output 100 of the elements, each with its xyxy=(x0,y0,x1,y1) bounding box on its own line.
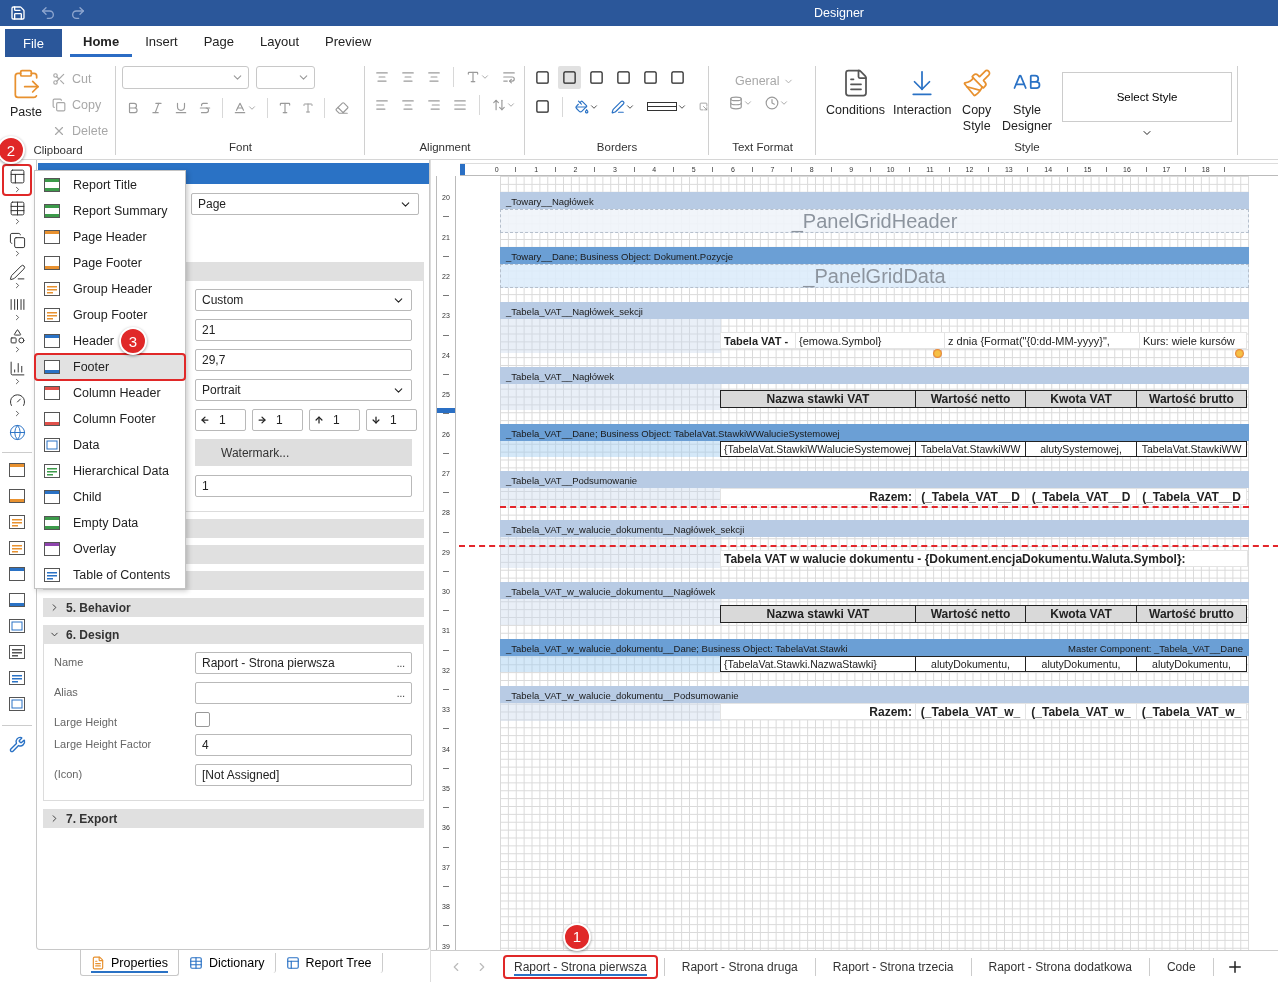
band-header[interactable]: _Tabela_VAT__Nagłówek xyxy=(500,367,1249,384)
menu-item[interactable]: Column Header xyxy=(35,380,185,406)
border-icon[interactable] xyxy=(558,66,581,89)
page-tab[interactable]: Raport - Strona dodatkowa xyxy=(977,954,1143,979)
redo-icon[interactable] xyxy=(70,5,86,21)
dropdown-field[interactable]: Custom xyxy=(195,289,412,311)
menu-item[interactable]: Column Footer xyxy=(35,406,185,432)
property-label: (Icon) xyxy=(54,767,84,780)
ribbon-tab[interactable]: Home xyxy=(70,29,133,57)
menu-item[interactable]: Group Header xyxy=(35,276,185,302)
table-cell: {TabelaVat.Stawki.NazwaStawki} xyxy=(720,656,916,672)
paste-button[interactable]: Paste xyxy=(6,66,46,122)
band-header[interactable]: _Tabela_VAT__Podsumowanie xyxy=(500,471,1249,488)
ribbon-tab[interactable]: Page xyxy=(190,29,247,57)
band-icon xyxy=(9,671,25,685)
section-header[interactable]: 7. Export xyxy=(43,809,424,828)
file-tab[interactable]: File xyxy=(5,29,62,57)
menu-item[interactable]: Data xyxy=(35,432,185,458)
ruler-marker xyxy=(460,164,465,175)
band-title: _Tabela_VAT__Podsumowanie xyxy=(506,475,638,486)
menu-item[interactable]: Footer xyxy=(35,354,185,380)
menu-item[interactable]: Overlay xyxy=(35,536,185,562)
section-title: 5. Behavior xyxy=(66,600,131,615)
margin-field[interactable]: 1 xyxy=(252,409,303,431)
input-field[interactable]: 4 xyxy=(195,734,412,756)
total-field: (_Tabela_VAT_w_ xyxy=(915,703,1026,720)
margin-field[interactable]: 1 xyxy=(195,409,246,431)
band-icon xyxy=(44,438,60,452)
input-field[interactable]: 21 xyxy=(195,319,412,341)
undo-icon[interactable] xyxy=(40,5,56,21)
panel-tab[interactable]: Properties xyxy=(80,950,179,976)
section-header[interactable]: 6. Design xyxy=(43,625,424,644)
band-header[interactable]: _Tabela_VAT_w_walucie_dokumentu__Nagłówek xyxy=(500,582,1249,599)
ribbon-tab[interactable]: Insert xyxy=(132,29,191,57)
up-arrow-icon xyxy=(314,415,324,425)
input-field[interactable]: 29,7 xyxy=(195,349,412,371)
input-field[interactable]: ... xyxy=(195,682,412,704)
page-tab[interactable]: Raport - Strona druga xyxy=(670,954,809,979)
checkbox[interactable] xyxy=(195,712,210,727)
style-tool-button[interactable]: Conditions xyxy=(822,66,890,120)
marker-icon xyxy=(1235,349,1244,358)
band-header[interactable]: _Tabela_VAT_w_walucie_dokumentu__Nagłówek_sekcji xyxy=(500,520,1249,537)
page-tab[interactable]: Raport - Strona pierwsza xyxy=(503,954,658,979)
band-header[interactable]: _Towary__Dane; Business Object: Dokument.Pozycje xyxy=(500,247,1249,264)
margin-field[interactable]: 1 xyxy=(309,409,360,431)
style-tool-button[interactable]: Interaction xyxy=(889,66,956,120)
band-header[interactable]: _Tabela_VAT_w_walucie_dokumentu__Podsumowanie xyxy=(500,686,1249,703)
font-color-icon xyxy=(233,101,247,115)
group-label: Font xyxy=(229,141,252,155)
ribbon-tab[interactable]: Preview xyxy=(312,29,385,57)
step-badge: 3 xyxy=(119,327,147,355)
menu-item[interactable]: Report Summary xyxy=(35,198,185,224)
menu-item[interactable]: Page Footer xyxy=(35,250,185,276)
menu-item[interactable]: Child xyxy=(35,484,185,510)
band-icon xyxy=(44,412,60,426)
save-icon[interactable] xyxy=(10,5,26,21)
property-label: Name xyxy=(54,655,85,668)
band-header[interactable]: _Tabela_VAT__Dane; Business Object: TabelaVat.StawkiWWalucieSystemowej xyxy=(500,424,1249,441)
ribbon-tab[interactable]: Layout xyxy=(247,29,313,57)
style-tool-button[interactable]: Style Designer xyxy=(997,66,1056,136)
section-header[interactable]: 5. Behavior xyxy=(43,598,424,617)
font-size-field[interactable] xyxy=(256,66,315,89)
menu-item[interactable]: Table of Contents xyxy=(35,562,185,588)
input-field[interactable]: 1 xyxy=(195,475,412,497)
menu-item[interactable]: Report Title xyxy=(35,172,185,198)
object-dropdown[interactable]: Page xyxy=(191,193,419,215)
menu-item[interactable]: Hierarchical Data xyxy=(35,458,185,484)
band-title: _Tabela_VAT_w_walucie_dokumentu__Nagłówek xyxy=(506,586,716,597)
chevron-down-icon xyxy=(779,98,789,108)
property-label: Alias xyxy=(54,685,79,698)
menu-item[interactable]: Group Footer xyxy=(35,302,185,328)
property-label: Large Height Factor xyxy=(54,737,153,750)
tool-button[interactable] xyxy=(2,164,32,196)
chevron-down-icon xyxy=(743,98,753,108)
chevron-down-icon xyxy=(247,103,257,113)
font-name-field[interactable] xyxy=(122,66,249,89)
panel-field: _PanelGridHeader xyxy=(500,209,1249,233)
dictionary-icon xyxy=(189,956,203,970)
page-tab[interactable]: Raport - Strona trzecia xyxy=(821,954,965,979)
select-style-box[interactable]: Select Style xyxy=(1062,72,1232,122)
menu-item[interactable]: Page Header xyxy=(35,224,185,250)
ruler-marker xyxy=(437,408,455,413)
band-icon xyxy=(44,360,60,374)
database-icon xyxy=(729,96,743,110)
menu-item[interactable]: Empty Data xyxy=(35,510,185,536)
band-header[interactable]: _Towary__Nagłówek xyxy=(500,192,1249,209)
table-cell: alutyDokumentu, xyxy=(1025,656,1137,672)
margin-field[interactable]: 1 xyxy=(366,409,417,431)
watermark-button[interactable]: Watermark... xyxy=(195,439,412,466)
band-header[interactable]: _Tabela_VAT_w_walucie_dokumentu__Dane; Business Object: TabelaVat.Stawki Master Component: _Tabela_VAT__Dane xyxy=(500,639,1249,656)
page-tab[interactable]: Code xyxy=(1155,954,1207,979)
band-title: _Tabela_VAT_w_walucie_dokumentu__Podsumowanie xyxy=(506,690,739,701)
dropdown-field[interactable]: Portrait xyxy=(195,379,412,401)
column-header: Kwota VAT xyxy=(1025,390,1137,408)
band-header[interactable]: _Tabela_VAT__Nagłówek_sekcji xyxy=(500,302,1249,319)
style-tool-button[interactable]: Copy Style xyxy=(955,66,998,136)
input-field[interactable]: [Not Assigned] xyxy=(195,764,412,786)
input-field[interactable]: Raport - Strona pierwsza ... xyxy=(195,652,412,674)
band-icon xyxy=(44,542,60,556)
marker-icon xyxy=(933,349,942,358)
